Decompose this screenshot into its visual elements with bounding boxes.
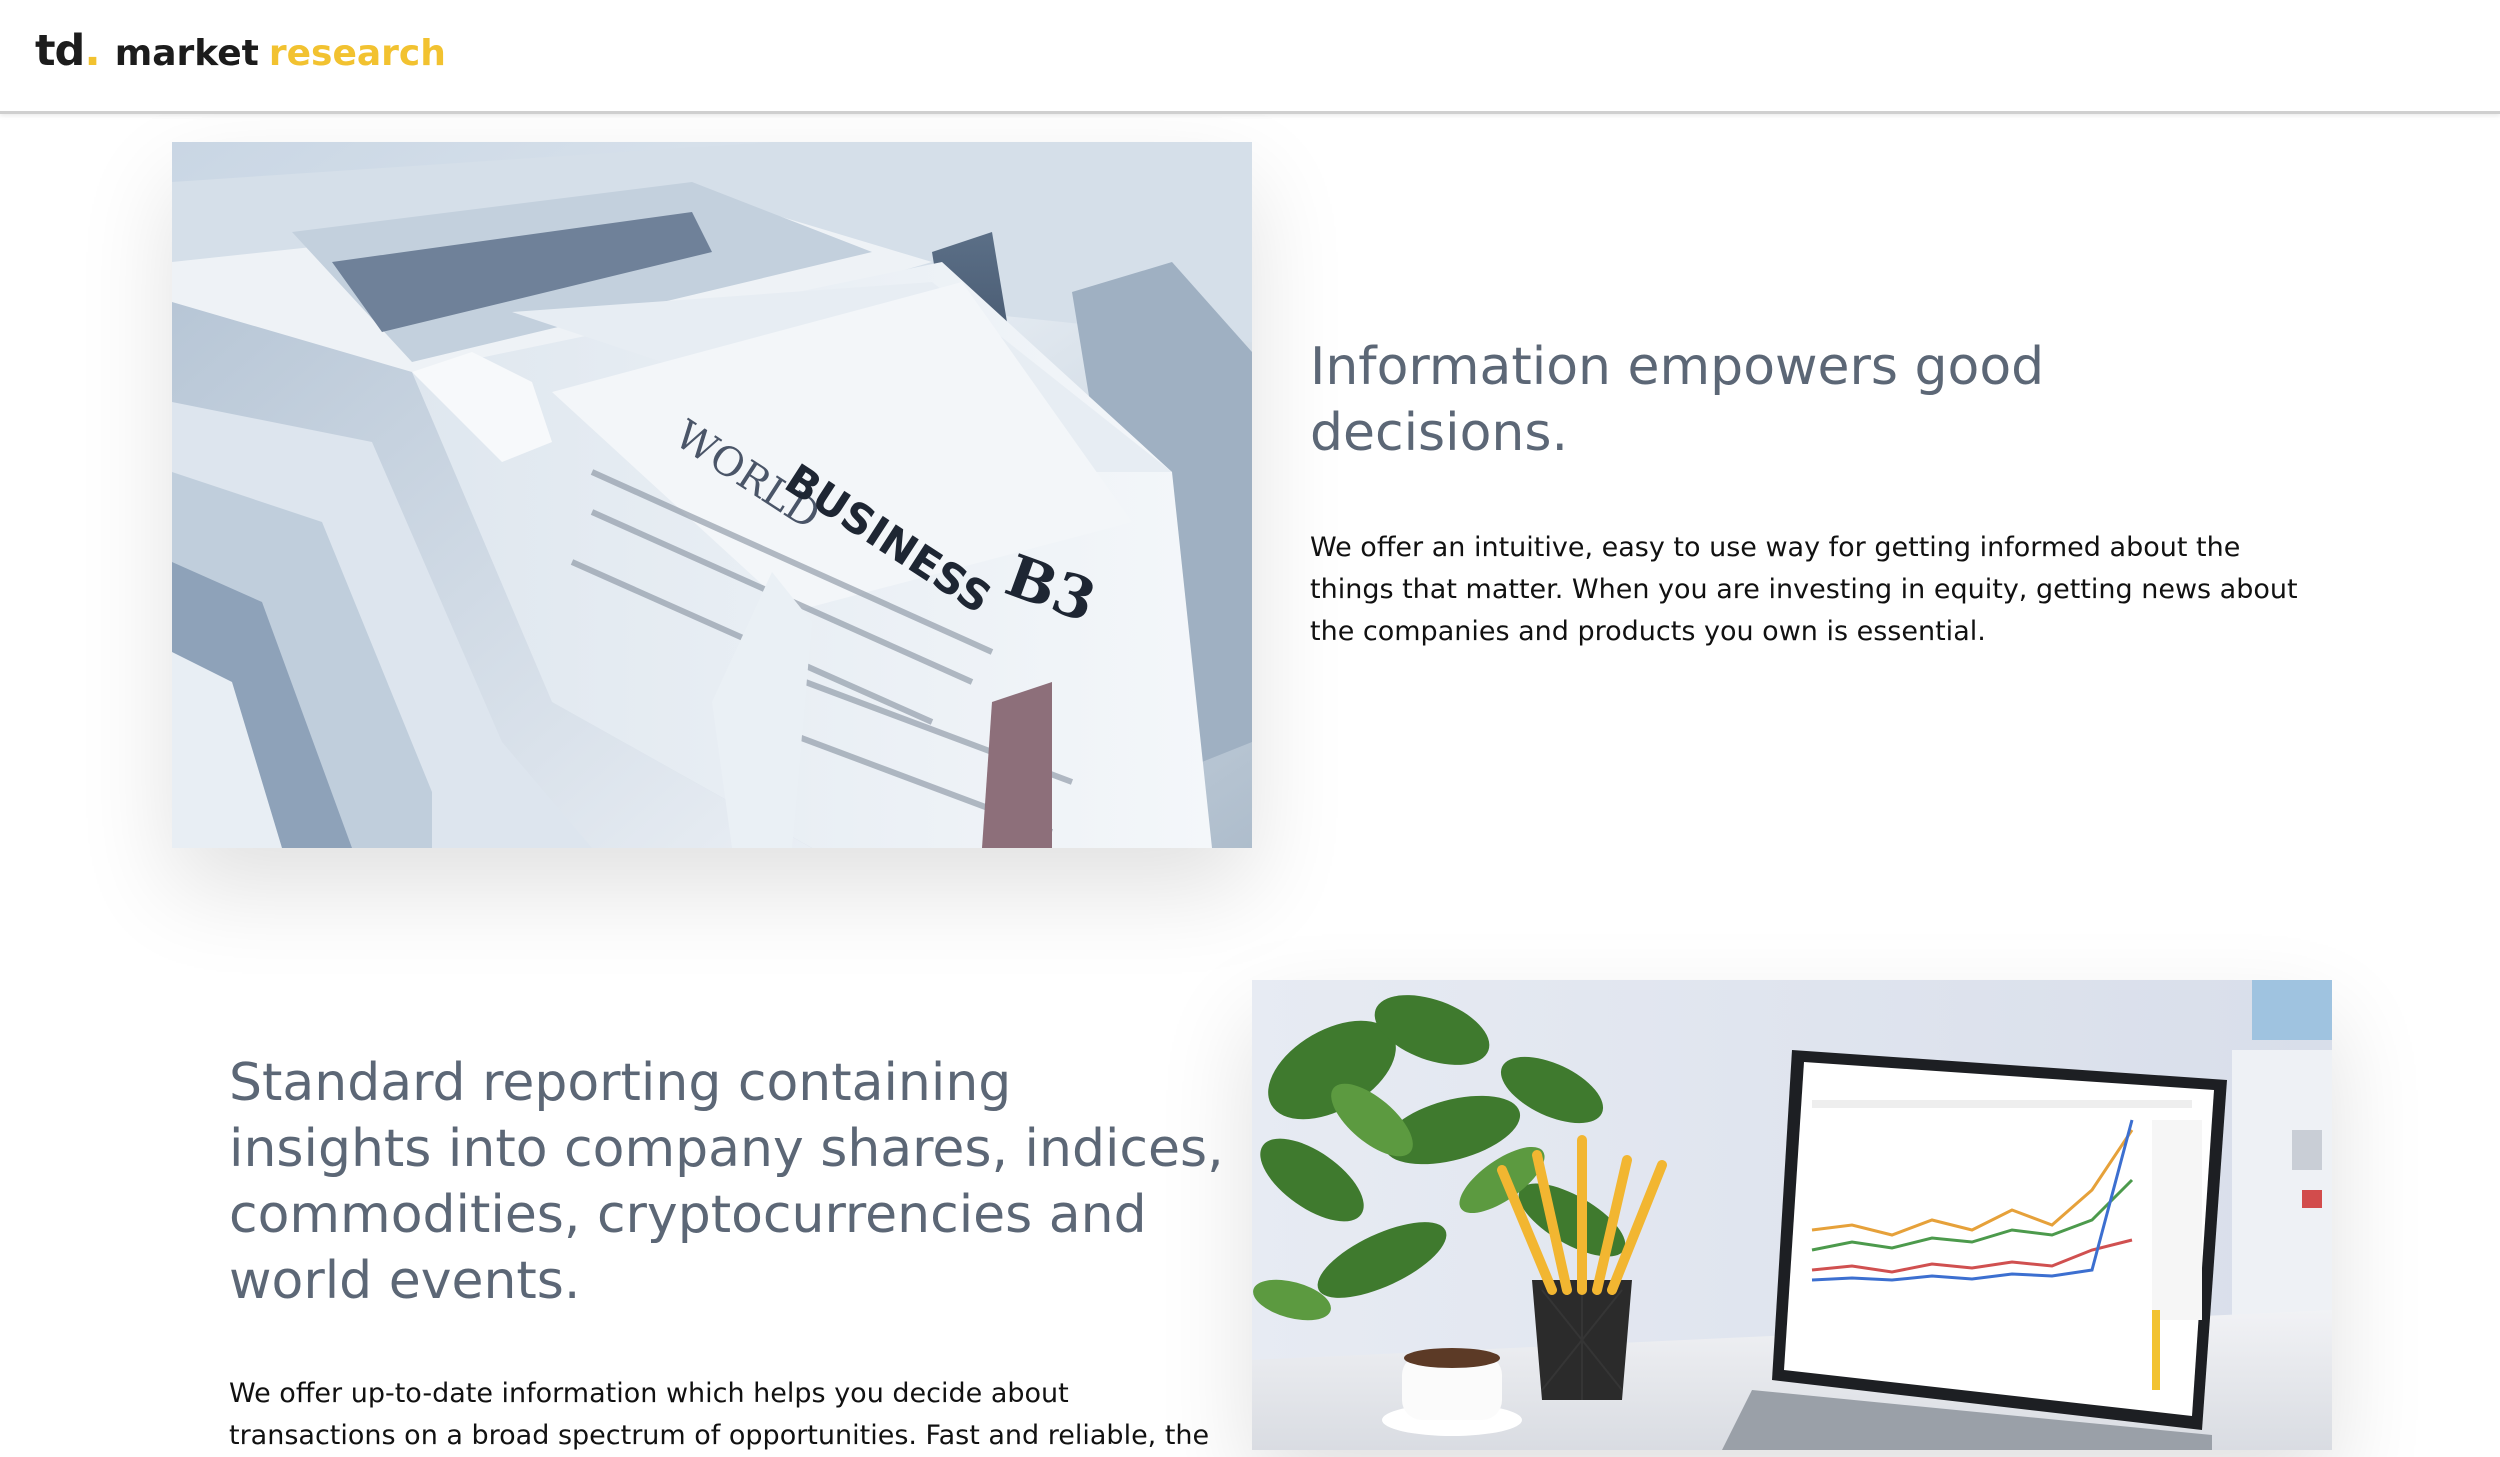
top-navbar: td . market research bbox=[0, 0, 2500, 114]
section-2-heading: Standard reporting containing insights i… bbox=[229, 1053, 1224, 1311]
section-1-heading: Information empowers good decisions. bbox=[1310, 337, 2045, 463]
section-1-body: We offer an intuitive, easy to use way f… bbox=[1310, 532, 2298, 647]
logo-research-word: research bbox=[268, 33, 446, 74]
logo-market-word: market bbox=[114, 33, 259, 74]
brand-logo[interactable]: td . market research bbox=[35, 26, 446, 86]
logo-td: td bbox=[35, 26, 85, 76]
section-2-body: We offer up-to-date information which he… bbox=[229, 1378, 1210, 1451]
newspapers-photo: WORLD BUSINESS B3 bbox=[172, 142, 1252, 848]
logo-dot: . bbox=[84, 26, 101, 76]
laptop-desk-photo bbox=[1252, 980, 2332, 1450]
